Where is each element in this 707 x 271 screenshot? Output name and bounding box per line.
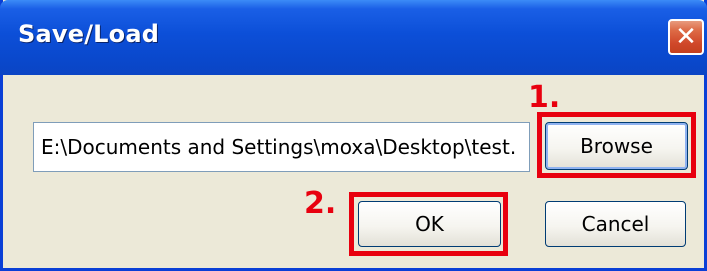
cancel-button[interactable]: Cancel — [545, 201, 686, 247]
dialog-title: Save/Load — [18, 20, 160, 48]
file-path-input[interactable]: E:\Documents and Settings\moxa\Desktop\t… — [33, 122, 530, 172]
step-2-label: 2. — [304, 186, 337, 221]
file-path-value: E:\Documents and Settings\moxa\Desktop\t… — [41, 135, 517, 159]
close-button[interactable]: ✕ — [668, 19, 704, 55]
cancel-button-label: Cancel — [581, 212, 650, 236]
browse-highlight-box — [537, 112, 696, 178]
ok-highlight-box — [349, 192, 508, 256]
close-icon: ✕ — [675, 22, 697, 52]
title-bar[interactable]: Save/Load ✕ — [0, 0, 707, 75]
step-1-label: 1. — [528, 80, 561, 115]
